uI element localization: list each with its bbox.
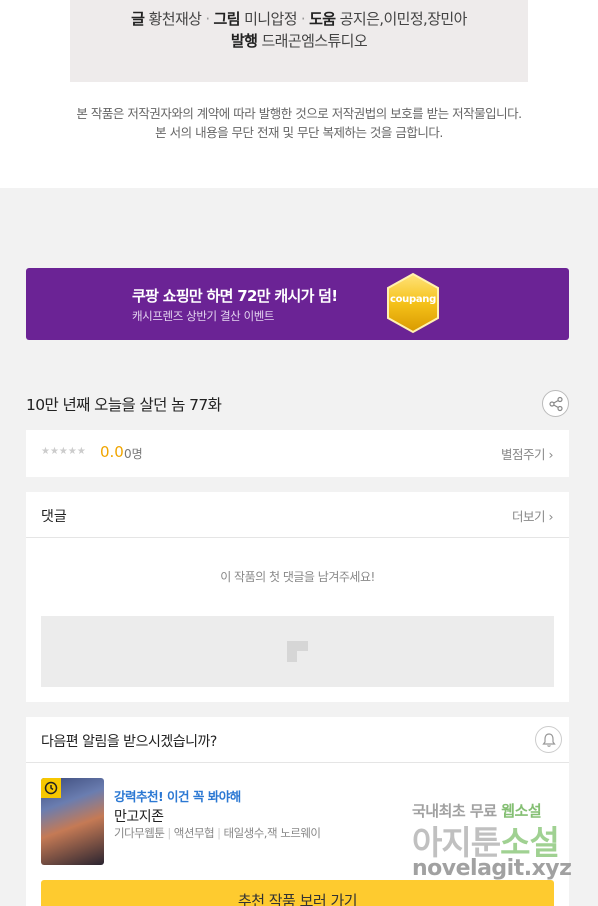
assist-label: 도움	[309, 10, 336, 28]
meta-authors: 태일생수,잭 노르웨이	[223, 826, 321, 840]
copyright-line-1: 본 작품은 저작권자와의 계약에 따라 발행한 것으로 저작권법의 보호를 받는…	[76, 106, 522, 121]
coupang-ad-banner[interactable]: 쿠팡 쇼핑만 하면 72만 캐시가 덤! 캐시프렌즈 상반기 결산 이벤트 co…	[26, 268, 569, 340]
coupang-badge-icon: coupang	[385, 272, 441, 334]
writer-name: 황천재상	[148, 10, 202, 28]
watermark-line-3: novelagit.xyz	[412, 856, 572, 881]
ad-placeholder[interactable]	[41, 616, 554, 687]
separator: ·	[300, 10, 306, 28]
bell-icon	[542, 733, 556, 747]
credits-line-2: 발행 드래곤엠스튜디오	[70, 30, 528, 52]
assist-names: 공지은,이민정,장민아	[339, 10, 468, 28]
recommended-meta: 기다무웹툰 | 액션무협 | 태일생수,잭 노르웨이	[114, 826, 321, 840]
notification-toggle-button[interactable]	[535, 726, 562, 753]
comments-empty-message: 이 작품의 첫 댓글을 남겨주세요!	[220, 570, 375, 584]
comments-title: 댓글	[41, 509, 67, 525]
rating-card: ★★★★★ 0.0 0명 별점주기 ›	[26, 430, 569, 477]
rating-score: 0.0	[100, 443, 124, 461]
image-placeholder-icon	[287, 641, 308, 662]
share-button[interactable]	[542, 390, 569, 417]
comments-header: 댓글 더보기 ›	[26, 492, 569, 538]
rating-count: 0명	[124, 447, 143, 461]
site-watermark: 국내최초 무료 웹소설 아지툰소설 novelagit.xyz	[412, 800, 592, 890]
banner-title: 쿠팡 쇼핑만 하면 72만 캐시가 덤!	[132, 287, 338, 305]
banner-subtitle: 캐시프렌즈 상반기 결산 이벤트	[132, 309, 275, 323]
comments-more-link[interactable]: 더보기 ›	[512, 506, 553, 525]
writer-label: 글	[131, 10, 145, 28]
wait-free-clock-icon	[41, 778, 61, 798]
publisher-name: 드래곤엠스튜디오	[261, 32, 368, 50]
recommended-title[interactable]: 만고지존	[114, 806, 164, 826]
episode-title: 10만 년째 오늘을 살던 놈 77화	[26, 396, 222, 414]
share-icon	[549, 396, 563, 412]
meta-category: 기다무웹툰	[114, 826, 165, 840]
credits-line-1: 글 황천재상 · 그림 미니압정 · 도움 공지은,이민정,장민아	[70, 8, 528, 30]
recommended-thumbnail[interactable]	[41, 778, 104, 865]
rate-button[interactable]: 별점주기 ›	[501, 444, 553, 463]
copyright-notice: 본 작품은 저작권자와의 계약에 따라 발행한 것으로 저작권법의 보호를 받는…	[0, 104, 598, 142]
notification-header: 다음편 알림을 받으시겠습니까?	[26, 717, 569, 763]
separator: ·	[205, 10, 210, 28]
notification-question: 다음편 알림을 받으시겠습니까?	[41, 734, 217, 750]
recommendation-tag: 강력추천! 이건 꼭 봐야해	[114, 789, 241, 804]
art-name: 미니압정	[244, 10, 297, 28]
meta-genre: 액션무협	[173, 826, 215, 840]
comments-card: 댓글 더보기 › 이 작품의 첫 댓글을 남겨주세요!	[26, 492, 569, 702]
art-label: 그림	[213, 10, 241, 28]
star-rating-icon: ★★★★★	[41, 446, 86, 457]
badge-text: coupang	[389, 294, 436, 305]
publisher-label: 발행	[230, 32, 258, 50]
copyright-line-2: 본 서의 내용을 무단 전재 및 무단 복제하는 것을 금합니다.	[155, 125, 443, 140]
work-info-section: 글 황천재상 · 그림 미니압정 · 도움 공지은,이민정,장민아 발행 드래곤엠스튜디…	[0, 0, 598, 188]
credits-box: 글 황천재상 · 그림 미니압정 · 도움 공지은,이민정,장민아 발행 드래곤엠스튜디…	[70, 0, 528, 82]
